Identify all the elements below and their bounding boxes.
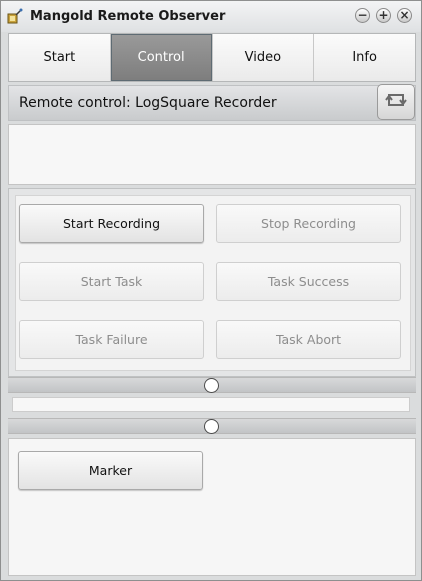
control-buttons-area: Start Recording Stop Recording Start Tas… (15, 195, 411, 371)
title-bar[interactable]: Mangold Remote Observer − + × (1, 1, 421, 32)
close-button[interactable]: × (397, 8, 412, 23)
tab-control[interactable]: Control (110, 34, 213, 81)
tab-start[interactable]: Start (9, 34, 111, 81)
maximize-button[interactable]: + (376, 8, 391, 23)
refresh-button[interactable] (377, 84, 415, 120)
marker-panel: Marker (8, 438, 416, 576)
start-recording-button[interactable]: Start Recording (19, 204, 204, 243)
section-header: Remote control: LogSquare Recorder (8, 84, 416, 121)
window-title: Mangold Remote Observer (30, 9, 226, 24)
splitter-handle-icon[interactable] (204, 419, 219, 434)
refresh-icon (383, 89, 409, 116)
middle-bar (12, 397, 410, 412)
splitter-bottom[interactable] (8, 418, 416, 434)
splitter-handle-icon[interactable] (204, 378, 219, 393)
app-window: Mangold Remote Observer − + × Start Cont… (0, 0, 422, 581)
tab-video[interactable]: Video (212, 34, 315, 81)
task-success-button[interactable]: Task Success (216, 262, 401, 301)
splitter-top[interactable] (8, 377, 416, 393)
status-area (8, 124, 416, 185)
tab-info[interactable]: Info (314, 34, 415, 81)
marker-button[interactable]: Marker (18, 451, 203, 490)
stop-recording-button[interactable]: Stop Recording (216, 204, 401, 243)
task-abort-button[interactable]: Task Abort (216, 320, 401, 359)
task-failure-button[interactable]: Task Failure (19, 320, 204, 359)
control-panel: Start Recording Stop Recording Start Tas… (8, 188, 416, 377)
minimize-button[interactable]: − (355, 8, 370, 23)
tab-bar: Start Control Video Info (8, 33, 416, 82)
app-icon (7, 8, 23, 24)
header-title: Remote control: LogSquare Recorder (19, 95, 277, 111)
start-task-button[interactable]: Start Task (19, 262, 204, 301)
